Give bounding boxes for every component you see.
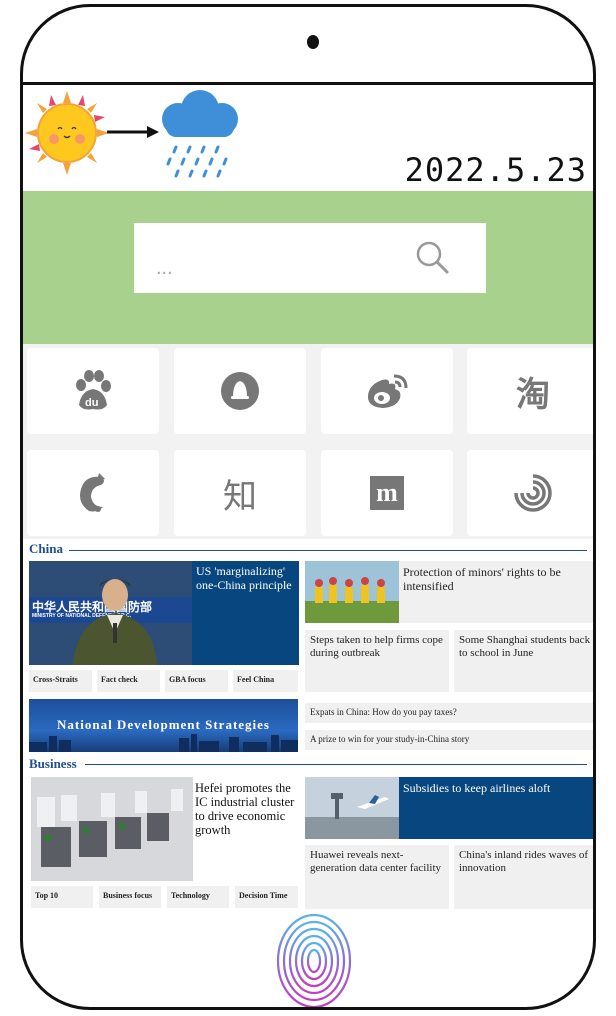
- tag-top-10[interactable]: Top 10: [31, 886, 93, 908]
- search-box[interactable]: ...: [134, 223, 486, 293]
- app-grid: du 淘 知 m: [23, 344, 593, 539]
- spokesperson-figure: [73, 579, 157, 665]
- ifeng-swirl-icon: [514, 474, 552, 512]
- business-side-headline: Subsidies to keep airlines aloft: [403, 781, 551, 795]
- tag-business-focus[interactable]: Business focus: [99, 886, 161, 908]
- app-qq[interactable]: [174, 348, 306, 434]
- date-label: 2022.5.23: [404, 151, 587, 189]
- rain-cloud-icon: [162, 90, 238, 178]
- business-divider: [85, 764, 587, 765]
- china-divider: [69, 550, 587, 551]
- m-app-glyph: m: [376, 478, 398, 507]
- taobao-icon: 淘: [516, 374, 550, 415]
- fingerprint-icon[interactable]: [274, 911, 354, 1010]
- business-side-story[interactable]: Subsidies to keep airlines aloft: [305, 777, 593, 839]
- app-weibo[interactable]: [321, 348, 453, 434]
- factory-photo[interactable]: [31, 777, 193, 881]
- app-baidu[interactable]: du: [27, 348, 159, 434]
- china-side-headline: Protection of minors' rights to be inten…: [403, 565, 561, 593]
- china-link-1[interactable]: Expats in China: How do you pay taxes?: [305, 703, 593, 723]
- china-side-story[interactable]: Protection of minors' rights to be inten…: [305, 561, 593, 623]
- sun-icon: [25, 91, 109, 175]
- app-zhihu[interactable]: 知: [174, 450, 306, 536]
- qq-bell-icon: [221, 372, 259, 410]
- app-ifeng[interactable]: [467, 450, 593, 536]
- baidu-paw-icon: du: [76, 370, 111, 410]
- m-app-icon: m: [370, 476, 404, 510]
- zhihu-icon: 知: [223, 476, 257, 517]
- china-link-2[interactable]: A prize to win for your study-in-China s…: [305, 730, 593, 750]
- tag-technology[interactable]: Technology: [167, 886, 229, 908]
- airplane-photo: [305, 777, 399, 839]
- tag-cross-straits[interactable]: Cross-Straits: [29, 670, 92, 692]
- business-story-2[interactable]: China's inland rides waves of innovation: [454, 845, 593, 909]
- baidu-du-text: du: [85, 397, 98, 409]
- city-skyline: [29, 734, 298, 752]
- phone-frame: 2022.5.23 ... du 淘 知 m China 中华人民共和国国防部 …: [20, 4, 596, 1010]
- search-banner: ...: [23, 191, 593, 344]
- business-story-1[interactable]: Huawei reveals next-generation data cent…: [305, 845, 449, 909]
- app-ctrip[interactable]: [27, 450, 159, 536]
- business-feature-headline[interactable]: Hefei promotes the IC industrial cluster…: [195, 781, 297, 837]
- china-feature-photo[interactable]: 中华人民共和国国防部 MINISTRY OF NATIONAL DEFENSE,…: [29, 561, 192, 665]
- business-heading: Business: [29, 756, 77, 771]
- tag-feel-china[interactable]: Feel China: [233, 670, 298, 692]
- tag-decision-time[interactable]: Decision Time: [235, 886, 298, 908]
- weibo-icon: [368, 374, 408, 408]
- app-taobao[interactable]: 淘: [467, 348, 593, 434]
- china-heading: China: [29, 541, 63, 556]
- weather-header: 2022.5.23: [23, 85, 593, 191]
- app-m[interactable]: m: [321, 450, 453, 536]
- search-icon[interactable]: [414, 239, 450, 275]
- china-story-1[interactable]: Steps taken to help firms cope during ou…: [305, 630, 449, 692]
- dolphin-icon: [80, 473, 105, 512]
- factory-scene: [31, 777, 193, 881]
- news-section: China 中华人民共和国国防部 MINISTRY OF NATIONAL DE…: [23, 539, 593, 1007]
- china-story-2[interactable]: Some Shanghai students back to school in…: [454, 630, 593, 692]
- front-camera: [307, 35, 319, 49]
- tag-fact-check[interactable]: Fact check: [97, 670, 160, 692]
- children-photo: [305, 561, 399, 623]
- arrow-icon: [107, 126, 159, 138]
- national-strategies-banner[interactable]: National Development Strategies: [29, 699, 298, 752]
- china-feature-headline[interactable]: US 'marginalizing' one-China principle: [192, 561, 299, 665]
- tag-gba-focus[interactable]: GBA focus: [165, 670, 228, 692]
- search-placeholder: ...: [156, 257, 173, 279]
- national-strategies-text: National Development Strategies: [57, 717, 270, 732]
